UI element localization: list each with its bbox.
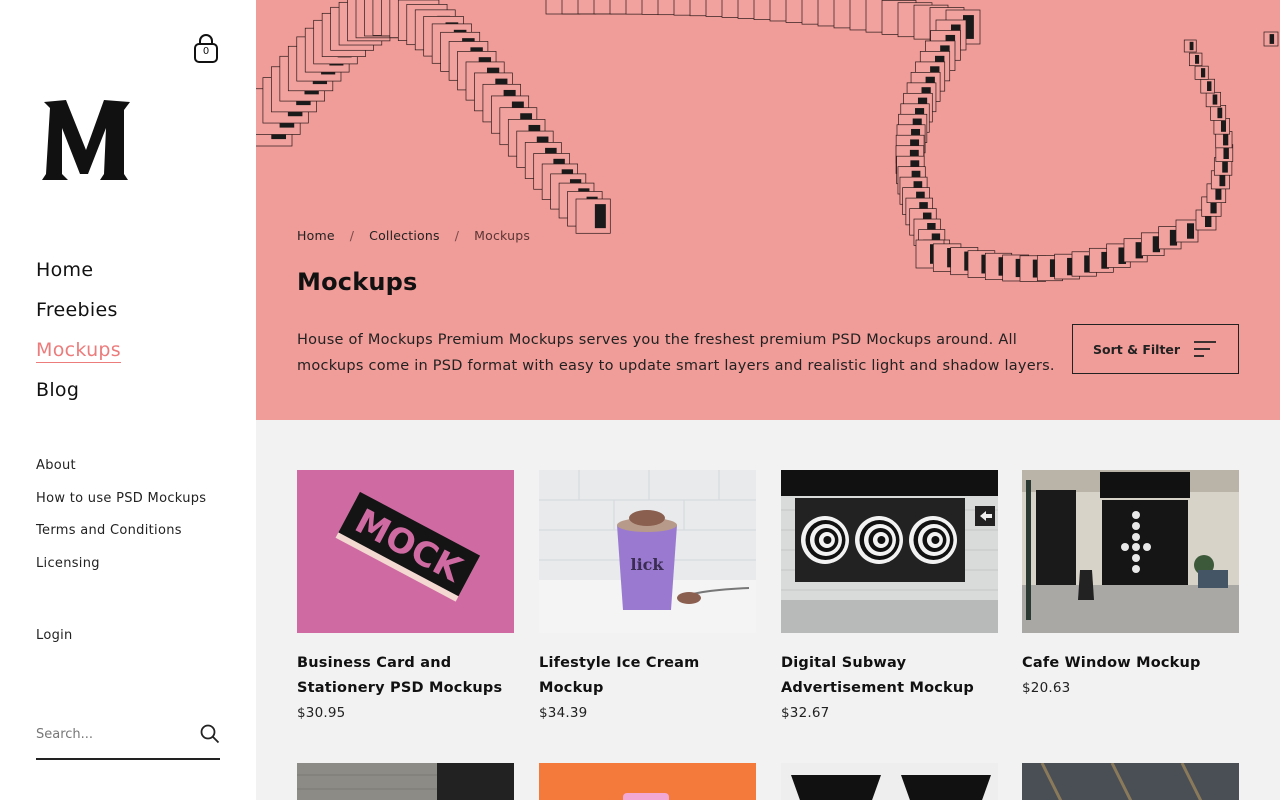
nav-about[interactable]: About bbox=[36, 457, 206, 490]
nav-home[interactable]: Home bbox=[36, 258, 121, 298]
product-title[interactable]: Lifestyle Ice Cream Mockup bbox=[539, 651, 756, 701]
product-image-subway[interactable] bbox=[781, 470, 998, 633]
sidebar: 0 Home Freebies Mockups Blog About How t… bbox=[0, 0, 256, 800]
site-logo[interactable] bbox=[40, 98, 132, 182]
secondary-nav: About How to use PSD Mockups Terms and C… bbox=[36, 457, 206, 587]
search-box bbox=[36, 720, 220, 760]
product-card[interactable]: MOCK Business Card and Stationery PSD Mo… bbox=[297, 470, 514, 726]
search-input[interactable] bbox=[36, 720, 186, 748]
product-title[interactable]: Cafe Window Mockup bbox=[1022, 651, 1239, 676]
hero-illustration bbox=[256, 0, 1279, 282]
breadcrumb-current: Mockups bbox=[474, 228, 531, 243]
collection-description: House of Mockups Premium Mockups serves … bbox=[297, 332, 1055, 374]
product-card[interactable]: Cafe Window Mockup $20.63 bbox=[1022, 470, 1239, 701]
nav-terms[interactable]: Terms and Conditions bbox=[36, 522, 206, 555]
breadcrumb-separator: / bbox=[454, 228, 460, 243]
page-title: Mockups bbox=[297, 268, 418, 296]
product-image-ice-cream[interactable]: lick bbox=[539, 470, 756, 633]
product-title[interactable]: Digital Subway Advertisement Mockup bbox=[781, 651, 998, 701]
product-card[interactable] bbox=[1022, 763, 1239, 800]
product-image-cafe-window[interactable] bbox=[1022, 470, 1239, 633]
cart-button[interactable]: 0 bbox=[192, 34, 220, 66]
login-link[interactable]: Login bbox=[36, 628, 73, 643]
nav-freebies[interactable]: Freebies bbox=[36, 298, 121, 338]
logo-m-icon bbox=[42, 100, 130, 180]
filter-lines-icon bbox=[1194, 341, 1216, 357]
product-image-business-card[interactable]: MOCK bbox=[297, 470, 514, 633]
product-title[interactable]: Business Card and Stationery PSD Mockups bbox=[297, 651, 514, 701]
search-button[interactable] bbox=[200, 724, 220, 744]
breadcrumb-collections[interactable]: Collections bbox=[369, 228, 440, 243]
nav-licensing[interactable]: Licensing bbox=[36, 555, 206, 588]
nav-how-to-use[interactable]: How to use PSD Mockups bbox=[36, 490, 206, 523]
breadcrumb-home[interactable]: Home bbox=[297, 228, 335, 243]
nav-blog[interactable]: Blog bbox=[36, 378, 121, 418]
breadcrumb-separator: / bbox=[349, 228, 355, 243]
product-image-partial bbox=[297, 763, 514, 800]
cart-count: 0 bbox=[202, 46, 210, 57]
product-card[interactable]: Digital Subway Advertisement Mockup $32.… bbox=[781, 470, 998, 726]
product-image-partial bbox=[781, 763, 998, 800]
svg-text:lick: lick bbox=[631, 555, 665, 574]
collection-hero: Home / Collections / Mockups Mockups Hou… bbox=[256, 0, 1280, 420]
sort-filter-label: Sort & Filter bbox=[1093, 341, 1181, 357]
product-price: $32.67 bbox=[781, 705, 830, 721]
product-price: $30.95 bbox=[297, 705, 346, 721]
product-card[interactable] bbox=[781, 763, 998, 800]
product-image-partial bbox=[1022, 763, 1239, 800]
breadcrumb: Home / Collections / Mockups bbox=[297, 228, 530, 243]
search-icon bbox=[200, 724, 220, 744]
sort-filter-button[interactable]: Sort & Filter bbox=[1072, 324, 1239, 374]
nav-mockups[interactable]: Mockups bbox=[36, 338, 121, 378]
product-image-partial bbox=[539, 763, 756, 800]
product-card[interactable]: lick Lifestyle Ice Cream Mockup $34.39 bbox=[539, 470, 756, 726]
main-nav: Home Freebies Mockups Blog bbox=[36, 258, 121, 418]
product-card[interactable] bbox=[539, 763, 756, 800]
product-price: $20.63 bbox=[1022, 680, 1071, 696]
product-price: $34.39 bbox=[539, 705, 588, 721]
product-card[interactable] bbox=[297, 763, 514, 800]
